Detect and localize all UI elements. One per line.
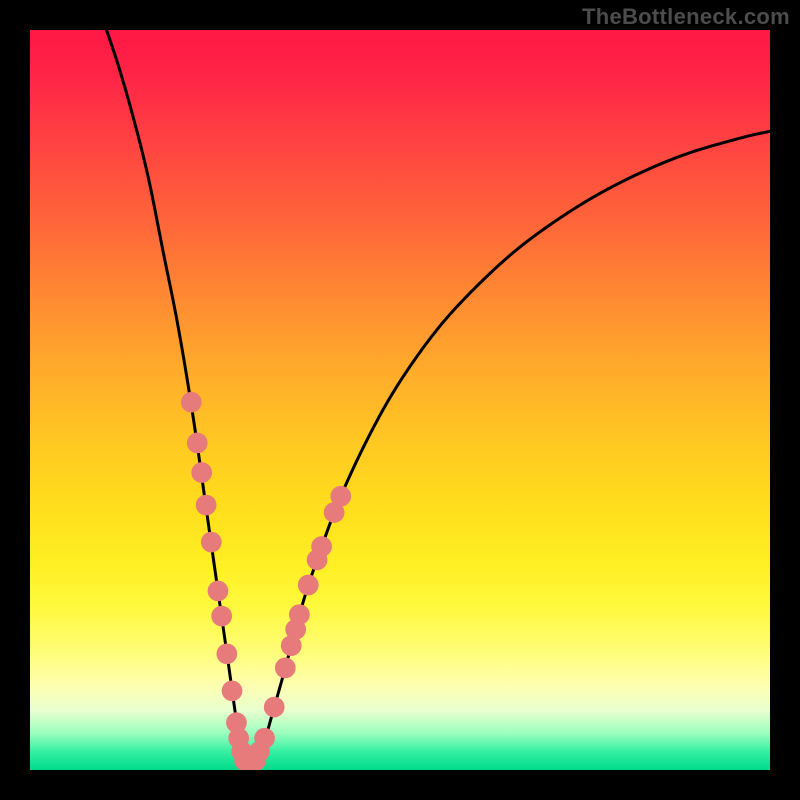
data-marker: [216, 643, 237, 664]
data-marker: [211, 606, 232, 627]
data-marker: [275, 658, 296, 679]
data-marker: [181, 392, 202, 413]
data-marker: [208, 581, 229, 602]
data-marker: [196, 495, 217, 516]
data-marker: [254, 728, 275, 749]
data-marker: [330, 486, 351, 507]
data-marker: [191, 462, 212, 483]
data-marker: [298, 575, 319, 596]
data-marker: [201, 532, 222, 553]
bottleneck-chart: [30, 30, 770, 770]
watermark-label: TheBottleneck.com: [582, 4, 790, 30]
data-marker: [222, 680, 243, 701]
data-marker: [311, 536, 332, 557]
data-marker: [187, 433, 208, 454]
data-marker: [264, 697, 285, 718]
data-marker: [289, 604, 310, 625]
canvas-frame: TheBottleneck.com: [0, 0, 800, 800]
